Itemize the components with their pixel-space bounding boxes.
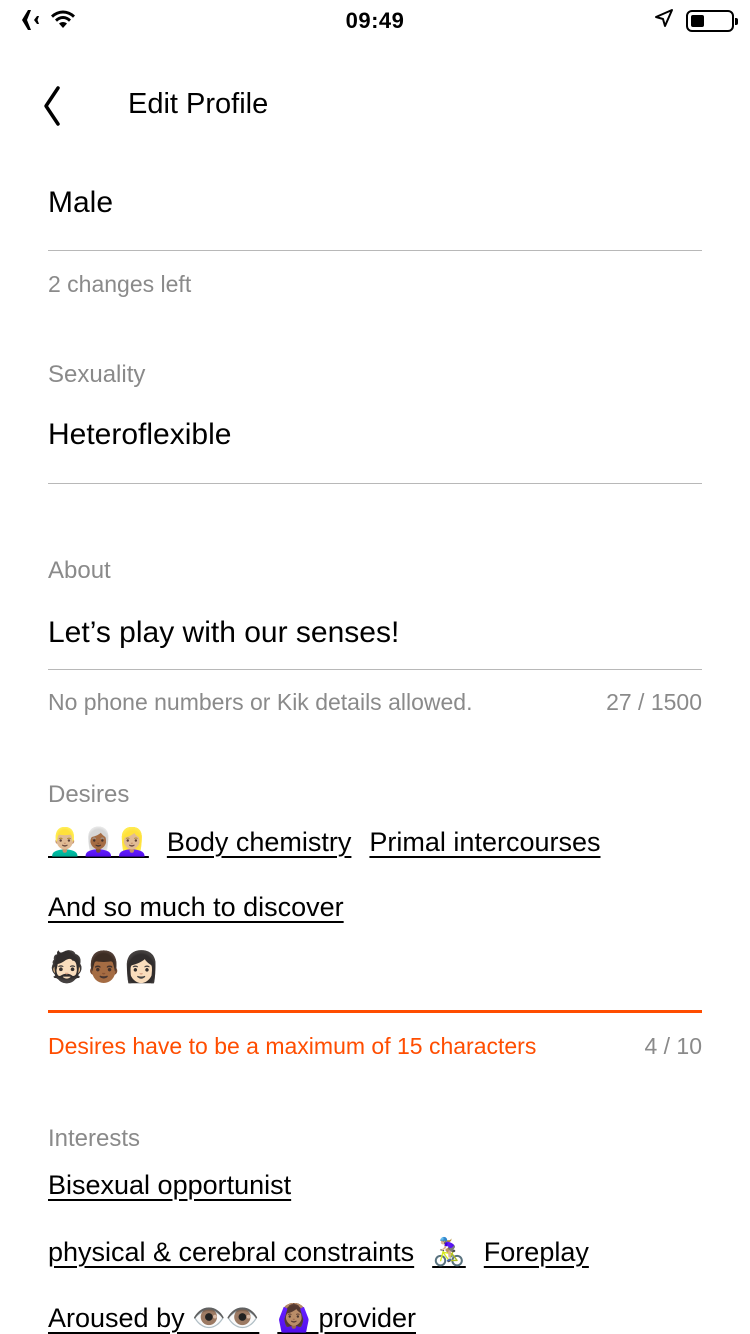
interest-tag-provider[interactable]: 🙆🏽‍♀️ provider: [277, 1302, 416, 1334]
desires-tags-row-2: And so much to discover: [48, 892, 344, 923]
battery-tip: [735, 17, 738, 25]
about-field[interactable]: Let’s play with our senses!: [48, 616, 399, 650]
desire-tag-primal-intercourses[interactable]: Primal intercourses: [369, 827, 600, 858]
gender-field[interactable]: Male: [48, 186, 113, 220]
interest-tag-bisexual-opportunist[interactable]: Bisexual opportunist: [48, 1170, 291, 1201]
interests-label: Interests: [48, 1125, 141, 1152]
desires-input-value: 🧔🏻👨🏾👩🏻: [48, 951, 161, 984]
interests-tags-row-1: Bisexual opportunist: [48, 1170, 291, 1201]
about-divider: [48, 669, 702, 670]
interest-tag-foreplay[interactable]: Foreplay: [484, 1237, 589, 1268]
page-title: Edit Profile: [128, 88, 269, 120]
desire-tag-emoji-people[interactable]: 👱🏼‍♂️👩🏾‍🦳👱🏼‍♀️: [48, 826, 149, 858]
sexuality-field[interactable]: Heteroflexible: [48, 418, 231, 452]
desire-tag-discover[interactable]: And so much to discover: [48, 892, 344, 923]
location-arrow-icon: [654, 8, 674, 33]
status-bar: 09:49: [0, 0, 750, 40]
back-button[interactable]: [36, 82, 72, 130]
desires-input[interactable]: 🧔🏻👨🏾👩🏻: [48, 950, 160, 985]
about-char-counter: 27 / 1500: [606, 689, 702, 715]
desires-counter: 4 / 10: [644, 1033, 702, 1059]
battery-level: [691, 14, 705, 27]
about-helper-text: No phone numbers or Kik details allowed.: [48, 689, 473, 715]
desires-error-text: Desires have to be a maximum of 15 chara…: [48, 1033, 537, 1059]
status-right: [654, 8, 738, 33]
interests-tags-row-2: physical & cerebral constraints 🚴🏼‍♀️ Fo…: [48, 1236, 589, 1268]
nav-bar: Edit Profile: [0, 76, 750, 136]
status-time: 09:49: [345, 8, 405, 33]
desires-tags-row-1: 👱🏼‍♂️👩🏾‍🦳👱🏼‍♀️ Body chemistry Primal int…: [48, 826, 601, 858]
interest-tag-cyclist-emoji[interactable]: 🚴🏼‍♀️: [432, 1236, 466, 1268]
desires-divider-error: [48, 1010, 702, 1013]
interest-tag-constraints[interactable]: physical & cerebral constraints: [48, 1237, 414, 1268]
desires-label: Desires: [48, 781, 130, 808]
chevron-left-icon: [44, 86, 60, 126]
sexuality-divider: [48, 483, 702, 484]
sexuality-label: Sexuality: [48, 361, 146, 388]
desire-tag-body-chemistry[interactable]: Body chemistry: [167, 827, 352, 858]
interests-tags-row-3: Aroused by 👁️👁️ 🙆🏽‍♀️ provider: [48, 1302, 416, 1334]
interest-tag-aroused-by[interactable]: Aroused by 👁️👁️: [48, 1302, 259, 1334]
gender-divider: [48, 250, 702, 251]
battery-icon: [686, 9, 738, 32]
about-label: About: [48, 557, 111, 584]
gender-helper-text: 2 changes left: [48, 271, 192, 297]
